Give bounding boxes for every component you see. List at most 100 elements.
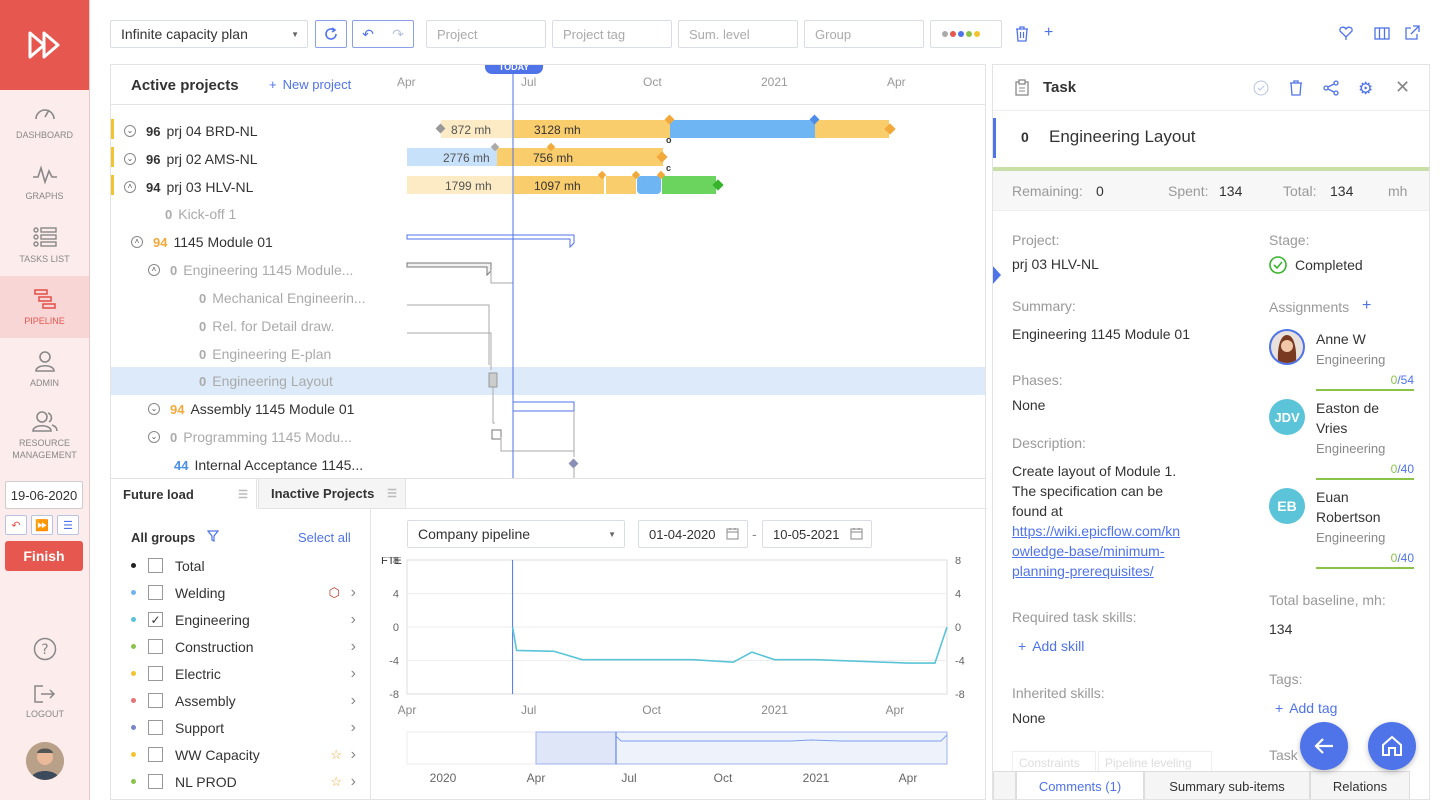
group-row[interactable]: Assembly ›: [131, 687, 356, 714]
group-row[interactable]: NL PROD › ☆: [131, 768, 356, 795]
plan-select[interactable]: Infinite capacity plan ▼: [110, 20, 308, 48]
date-from-field[interactable]: 01-04-2020: [638, 520, 748, 548]
gantt-bar: [606, 176, 636, 194]
check-circle-icon[interactable]: [1253, 80, 1269, 99]
nav-label: ADMIN: [30, 377, 59, 388]
add-tag-button[interactable]: + Add tag: [1275, 700, 1337, 716]
description-link[interactable]: owledge-base/minimum-: [1012, 543, 1165, 559]
chevron-right-icon[interactable]: ›: [351, 638, 356, 656]
tab-future-load[interactable]: Future load ☰: [111, 479, 257, 509]
tab-summary-sub-items[interactable]: Summary sub-items: [1144, 771, 1310, 799]
tab-relations[interactable]: Relations: [1310, 771, 1410, 799]
fte-chart[interactable]: 8 84 40 0-4 -4-8 -8FTEApr Jul Oct 2021 Apr2020 Apr…: [371, 557, 987, 800]
group-row[interactable]: Electric ›: [131, 660, 356, 687]
forward-button[interactable]: ⏩: [31, 515, 53, 535]
nav-dashboard[interactable]: DASHBOARD: [0, 90, 89, 152]
color-dots-icon: [942, 31, 980, 37]
navigator-tick-label: Apr: [899, 771, 918, 785]
group-checkbox[interactable]: [148, 747, 163, 762]
task-panel-header: Task ⚙ ✕: [993, 65, 1429, 111]
filter-icon[interactable]: [206, 530, 220, 545]
undo-icon[interactable]: ↶: [362, 26, 374, 43]
assignee-hours: 0/54: [1390, 373, 1414, 387]
date-field[interactable]: 19-06-2020: [5, 481, 83, 509]
group-checkbox[interactable]: [148, 774, 163, 789]
gear-icon[interactable]: ⚙: [1358, 79, 1373, 99]
group-row[interactable]: Welding › ⬡: [131, 579, 356, 606]
redo-icon[interactable]: ↷: [392, 26, 404, 43]
group-row[interactable]: Construction ›: [131, 633, 356, 660]
group-filter[interactable]: Group: [804, 20, 924, 48]
finish-button[interactable]: Finish: [5, 541, 83, 571]
filter-heart-icon[interactable]: [1338, 25, 1354, 44]
nav-resource-management[interactable]: RESOURCE MANAGEMENT: [0, 400, 89, 470]
trash-icon[interactable]: [1289, 80, 1303, 99]
app-logo[interactable]: [0, 0, 89, 90]
back-button[interactable]: [1300, 722, 1348, 770]
group-checkbox[interactable]: [148, 720, 163, 735]
chevron-right-icon[interactable]: ›: [351, 665, 356, 683]
group-checkbox[interactable]: [148, 585, 163, 600]
user-avatar[interactable]: [26, 742, 64, 780]
trash-icon[interactable]: [1015, 26, 1029, 45]
summary-bar: [406, 262, 492, 277]
share-icon[interactable]: [1323, 80, 1339, 99]
select-all-link[interactable]: Select all: [298, 530, 351, 545]
group-row[interactable]: Support ›: [131, 714, 356, 741]
chevron-right-icon[interactable]: ›: [351, 746, 356, 764]
color-filter[interactable]: [930, 20, 1002, 48]
chevron-right-icon[interactable]: ›: [351, 584, 356, 602]
group-row[interactable]: Total: [131, 552, 356, 579]
calendar-icon[interactable]: [726, 527, 739, 543]
undo-button[interactable]: ↶: [5, 515, 27, 535]
chevron-right-icon[interactable]: ›: [351, 773, 356, 791]
chevron-right-icon[interactable]: ›: [351, 692, 356, 710]
chevron-right-icon[interactable]: ›: [351, 719, 356, 737]
project-filter[interactable]: Project: [426, 20, 546, 48]
skills-label: Required task skills:: [1012, 609, 1137, 625]
nav-logout[interactable]: LOGOUT: [0, 682, 90, 722]
nav-label: GRAPHS: [25, 190, 64, 201]
project-tag-filter[interactable]: Project tag: [552, 20, 672, 48]
nav-graphs[interactable]: GRAPHS: [0, 152, 89, 214]
gantt-bar: [815, 120, 889, 138]
add-icon[interactable]: +: [1044, 24, 1053, 42]
chevron-right-icon[interactable]: ›: [351, 611, 356, 629]
list-button[interactable]: ☰: [57, 515, 79, 535]
external-link-icon[interactable]: [1404, 25, 1420, 44]
add-assignment-icon[interactable]: +: [1362, 297, 1371, 315]
home-button[interactable]: [1368, 722, 1416, 770]
group-checkbox[interactable]: ✓: [148, 612, 163, 627]
group-checkbox[interactable]: [148, 639, 163, 654]
description-link[interactable]: https://wiki.epicflow.com/kn: [1012, 523, 1180, 539]
description-link[interactable]: planning-prerequisites/: [1012, 563, 1154, 579]
chevron-down-icon: ▼: [291, 29, 299, 39]
group-checkbox[interactable]: [148, 666, 163, 681]
columns-icon[interactable]: [1374, 25, 1390, 44]
group-checkbox[interactable]: [148, 693, 163, 708]
nav-label: PIPELINE: [24, 315, 65, 326]
nav-tasks-list[interactable]: TASKS LIST: [0, 214, 89, 276]
refresh-button[interactable]: [315, 20, 347, 48]
group-row[interactable]: WW Capacity › ☆: [131, 741, 356, 768]
tab-comments[interactable]: Comments (1): [1016, 771, 1144, 799]
add-skill-button[interactable]: + Add skill: [1018, 638, 1084, 654]
sum-level-filter[interactable]: Sum. level: [678, 20, 798, 48]
group-row[interactable]: ✓ Engineering ›: [131, 606, 356, 633]
pipeline-select[interactable]: Company pipeline ▼: [407, 520, 625, 548]
y-tick-label: -8: [389, 689, 399, 701]
collapse-arrow-icon[interactable]: [993, 265, 1001, 285]
x-tick-label: Apr: [886, 703, 905, 717]
tab-inactive-projects[interactable]: Inactive Projects ☰: [258, 479, 406, 509]
star-icon[interactable]: ☆: [330, 774, 342, 790]
group-checkbox[interactable]: [148, 558, 163, 573]
navigator-tick-label: 2021: [803, 771, 830, 785]
help-button[interactable]: ?: [33, 637, 57, 664]
calendar-icon[interactable]: [850, 527, 863, 543]
star-icon[interactable]: ☆: [330, 747, 342, 763]
nav-admin[interactable]: ADMIN: [0, 338, 89, 400]
nav-pipeline[interactable]: PIPELINE: [0, 276, 89, 338]
date-to-field[interactable]: 10-05-2021: [762, 520, 872, 548]
stage-label: Stage:: [1269, 232, 1310, 248]
close-icon[interactable]: ✕: [1395, 77, 1410, 98]
